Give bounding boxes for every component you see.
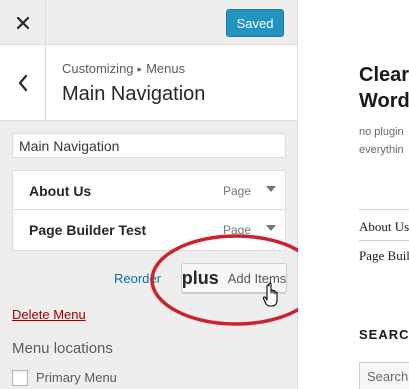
reorder-link[interactable]: Reorder [114, 271, 161, 286]
section-header: Customizing ▸ Menus Main Navigation [0, 45, 297, 121]
breadcrumb: Customizing ▸ Menus [62, 61, 185, 76]
menu-locations-heading: Menu locations [12, 340, 113, 357]
site-description-line: everythin [359, 144, 404, 156]
preview-nav-link[interactable]: About Us [359, 219, 409, 235]
site-title[interactable]: Clear Word [359, 62, 409, 114]
nav-divider [359, 240, 409, 241]
caret-down-icon[interactable] [266, 223, 276, 233]
search-widget-heading: SEARCH [359, 327, 409, 342]
close-customizer-button[interactable] [0, 0, 46, 45]
saved-button[interactable]: Saved [226, 9, 284, 37]
caret-down-icon[interactable] [266, 184, 276, 194]
breadcrumb-child: Menus [146, 61, 186, 76]
chevron-left-icon [18, 74, 27, 92]
delete-menu-link[interactable]: Delete Menu [12, 307, 86, 322]
section-title: Main Navigation [62, 83, 206, 105]
preview-search-input[interactable]: Search [359, 362, 409, 389]
primary-menu-label[interactable]: Primary Menu [36, 370, 117, 385]
preview-nav-link[interactable]: Page Buil [359, 248, 409, 264]
breadcrumb-arrow-icon: ▸ [137, 64, 143, 74]
primary-menu-checkbox[interactable] [12, 370, 28, 386]
site-description: no plugin everythin [359, 123, 404, 159]
site-preview: Clear Word no plugin everythin About Us … [298, 0, 409, 389]
close-icon [16, 16, 29, 29]
site-title-line: Word [359, 90, 409, 112]
hand-cursor-icon [262, 282, 278, 307]
plus-icon: plus [181, 268, 219, 288]
customizer-header: Saved [0, 0, 297, 45]
menu-item-about-us[interactable]: About Us Page [12, 170, 286, 210]
menu-item-title: About Us [29, 183, 92, 199]
customizer-sidebar: Saved Customizing ▸ Menus Main Navigation … [0, 0, 298, 389]
menu-item-type: Page [223, 184, 252, 198]
menu-item-page-builder-test[interactable]: Page Builder Test Page [12, 210, 286, 251]
breadcrumb-parent: Customizing [62, 61, 134, 76]
back-button[interactable] [0, 45, 46, 121]
site-title-line: Clear [359, 64, 409, 86]
menu-item-type: Page [223, 223, 252, 237]
site-description-line: no plugin [359, 126, 404, 138]
nav-divider [359, 209, 409, 210]
menu-item-title: Page Builder Test [29, 222, 147, 238]
menu-name-input[interactable] [12, 133, 286, 158]
